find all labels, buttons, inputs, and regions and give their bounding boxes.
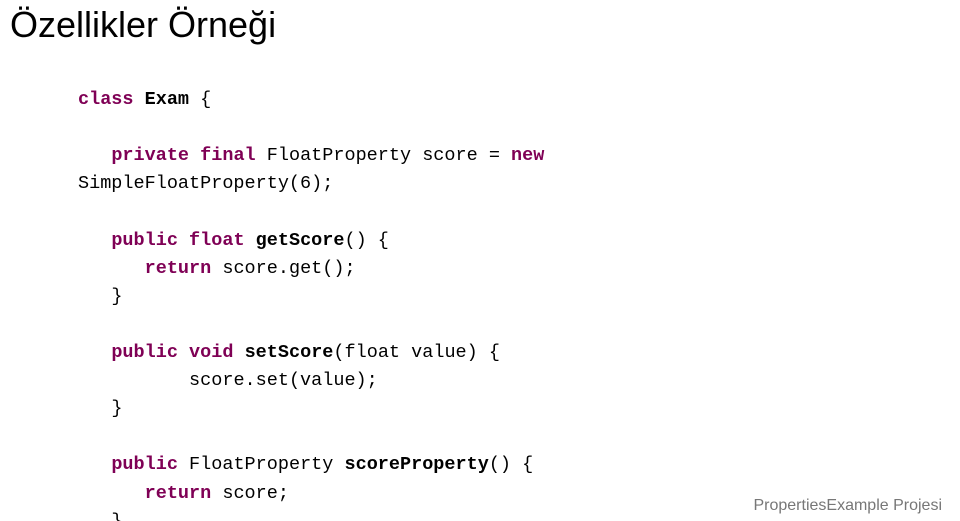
parens: () { — [345, 230, 389, 251]
kw-class: class — [78, 89, 134, 110]
kw-void: void — [189, 342, 233, 363]
method-scoreproperty: scoreProperty — [344, 454, 488, 475]
ret-float: float — [189, 230, 245, 251]
kw-public: public — [111, 454, 178, 475]
type: FloatProperty — [189, 454, 333, 475]
brace: } — [111, 511, 122, 521]
kw-public: public — [111, 342, 178, 363]
brace: { — [189, 89, 211, 110]
method-setscore: setScore — [245, 342, 334, 363]
ctor: SimpleFloatProperty(6); — [78, 173, 333, 194]
kw-public: public — [111, 230, 178, 251]
parens: () { — [489, 454, 533, 475]
slide-title: Özellikler Örneği — [10, 4, 276, 46]
kw-final: final — [200, 145, 256, 166]
stmt: score.set(value); — [189, 370, 378, 391]
method-getscore: getScore — [256, 230, 345, 251]
field: score — [422, 145, 478, 166]
kw-return: return — [145, 483, 212, 504]
brace: } — [111, 286, 122, 307]
kw-return: return — [145, 258, 212, 279]
type: FloatProperty — [267, 145, 411, 166]
param2: value) { — [400, 342, 500, 363]
expr: score.get(); — [211, 258, 355, 279]
brace: } — [111, 398, 122, 419]
code-block: class Exam { private final FloatProperty… — [78, 86, 544, 521]
expr: score; — [211, 483, 289, 504]
kw-new: new — [511, 145, 544, 166]
footer-text: PropertiesExample Projesi — [753, 497, 942, 515]
eq: = — [478, 145, 511, 166]
class-name: Exam — [145, 89, 189, 110]
kw-private: private — [111, 145, 189, 166]
param: (float — [333, 342, 400, 363]
